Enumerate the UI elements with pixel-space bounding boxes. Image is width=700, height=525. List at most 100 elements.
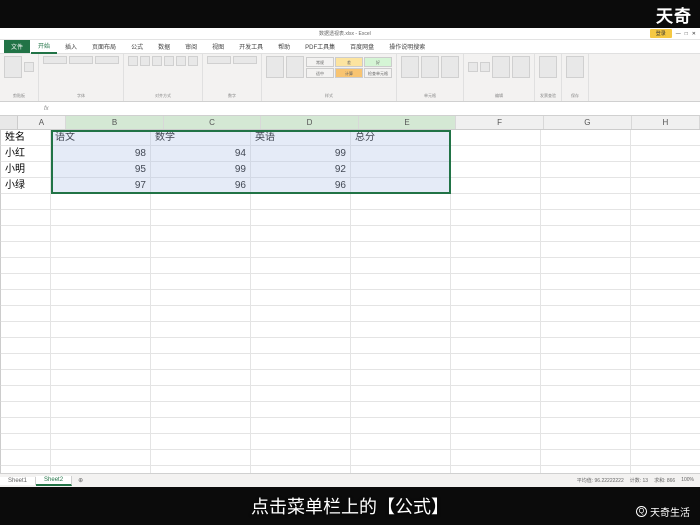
- ribbon-group-发票查验[interactable]: 发票查验: [535, 54, 562, 101]
- cell-H9[interactable]: [631, 258, 700, 274]
- cell-E12[interactable]: [351, 306, 451, 322]
- cell-B5[interactable]: [51, 194, 151, 210]
- cell-B14[interactable]: [51, 338, 151, 354]
- cell-C15[interactable]: [151, 354, 251, 370]
- cell-G4[interactable]: [541, 178, 631, 194]
- cell-A4[interactable]: 小绿: [1, 178, 51, 194]
- cell-D22[interactable]: [251, 466, 351, 473]
- cell-E19[interactable]: [351, 418, 451, 434]
- cell-F4[interactable]: [451, 178, 541, 194]
- cell-G1[interactable]: [541, 130, 631, 146]
- sheet-tab-Sheet1[interactable]: Sheet1: [0, 477, 36, 485]
- cell-E13[interactable]: [351, 322, 451, 338]
- ribbon-group-样式[interactable]: 常规差好适中计算检查单元格样式: [262, 54, 397, 101]
- cell-F3[interactable]: [451, 162, 541, 178]
- cell-C16[interactable]: [151, 370, 251, 386]
- menu-视图[interactable]: 视图: [205, 40, 231, 53]
- menu-插入[interactable]: 插入: [58, 40, 84, 53]
- col-header-E[interactable]: E: [359, 116, 456, 129]
- menu-审阅[interactable]: 审阅: [178, 40, 204, 53]
- cell-C22[interactable]: [151, 466, 251, 473]
- cell-F22[interactable]: [451, 466, 541, 473]
- add-sheet-button[interactable]: ⊕: [72, 477, 89, 484]
- cell-B15[interactable]: [51, 354, 151, 370]
- col-header-D[interactable]: D: [261, 116, 358, 129]
- cell-A5[interactable]: [1, 194, 51, 210]
- cell-D10[interactable]: [251, 274, 351, 290]
- cell-D13[interactable]: [251, 322, 351, 338]
- cell-A2[interactable]: 小红: [1, 146, 51, 162]
- cell-G14[interactable]: [541, 338, 631, 354]
- cell-C10[interactable]: [151, 274, 251, 290]
- cell-A17[interactable]: [1, 386, 51, 402]
- cell-A11[interactable]: [1, 290, 51, 306]
- cell-H5[interactable]: [631, 194, 700, 210]
- cell-G13[interactable]: [541, 322, 631, 338]
- cell-C21[interactable]: [151, 450, 251, 466]
- cell-F12[interactable]: [451, 306, 541, 322]
- cell-H3[interactable]: [631, 162, 700, 178]
- cell-E4[interactable]: [351, 178, 451, 194]
- cell-E11[interactable]: [351, 290, 451, 306]
- cell-D20[interactable]: [251, 434, 351, 450]
- ribbon-group-对齐方式[interactable]: 对齐方式: [124, 54, 203, 101]
- cell-D18[interactable]: [251, 402, 351, 418]
- menu-百度网盘[interactable]: 百度网盘: [343, 40, 381, 53]
- cell-B21[interactable]: [51, 450, 151, 466]
- cell-F21[interactable]: [451, 450, 541, 466]
- cell-D19[interactable]: [251, 418, 351, 434]
- cell-E9[interactable]: [351, 258, 451, 274]
- cell-B17[interactable]: [51, 386, 151, 402]
- cell-A22[interactable]: [1, 466, 51, 473]
- cell-D6[interactable]: [251, 210, 351, 226]
- menu-帮助[interactable]: 帮助: [271, 40, 297, 53]
- cell-G9[interactable]: [541, 258, 631, 274]
- cell-F8[interactable]: [451, 242, 541, 258]
- cell-B1[interactable]: 语文: [51, 130, 151, 146]
- cell-D2[interactable]: 99: [251, 146, 351, 162]
- cell-H11[interactable]: [631, 290, 700, 306]
- cell-D17[interactable]: [251, 386, 351, 402]
- cell-C2[interactable]: 94: [151, 146, 251, 162]
- col-header-C[interactable]: C: [164, 116, 261, 129]
- cell-D5[interactable]: [251, 194, 351, 210]
- cell-F18[interactable]: [451, 402, 541, 418]
- cell-F2[interactable]: [451, 146, 541, 162]
- menu-操作说明搜索[interactable]: 操作说明搜索: [382, 40, 432, 53]
- cell-A21[interactable]: [1, 450, 51, 466]
- cell-B10[interactable]: [51, 274, 151, 290]
- cell-H21[interactable]: [631, 450, 700, 466]
- cell-D11[interactable]: [251, 290, 351, 306]
- cell-G7[interactable]: [541, 226, 631, 242]
- cell-B22[interactable]: [51, 466, 151, 473]
- cell-G5[interactable]: [541, 194, 631, 210]
- cell-E18[interactable]: [351, 402, 451, 418]
- cell-C17[interactable]: [151, 386, 251, 402]
- cell-F10[interactable]: [451, 274, 541, 290]
- cell-E1[interactable]: 总分: [351, 130, 451, 146]
- cell-A8[interactable]: [1, 242, 51, 258]
- cell-F7[interactable]: [451, 226, 541, 242]
- cell-E7[interactable]: [351, 226, 451, 242]
- cell-A1[interactable]: 姓名: [1, 130, 51, 146]
- login-button[interactable]: 登录: [650, 29, 672, 38]
- cell-D1[interactable]: 英语: [251, 130, 351, 146]
- cell-C9[interactable]: [151, 258, 251, 274]
- cell-D12[interactable]: [251, 306, 351, 322]
- cell-H15[interactable]: [631, 354, 700, 370]
- menu-PDF工具集[interactable]: PDF工具集: [298, 40, 342, 53]
- cell-C14[interactable]: [151, 338, 251, 354]
- cell-B2[interactable]: 98: [51, 146, 151, 162]
- cell-B8[interactable]: [51, 242, 151, 258]
- cell-G22[interactable]: [541, 466, 631, 473]
- cell-A14[interactable]: [1, 338, 51, 354]
- cell-C20[interactable]: [151, 434, 251, 450]
- cell-C8[interactable]: [151, 242, 251, 258]
- menu-file[interactable]: 文件: [4, 40, 30, 53]
- cell-B12[interactable]: [51, 306, 151, 322]
- cell-E17[interactable]: [351, 386, 451, 402]
- cell-G8[interactable]: [541, 242, 631, 258]
- cell-E2[interactable]: [351, 146, 451, 162]
- cell-H22[interactable]: [631, 466, 700, 473]
- cell-D3[interactable]: 92: [251, 162, 351, 178]
